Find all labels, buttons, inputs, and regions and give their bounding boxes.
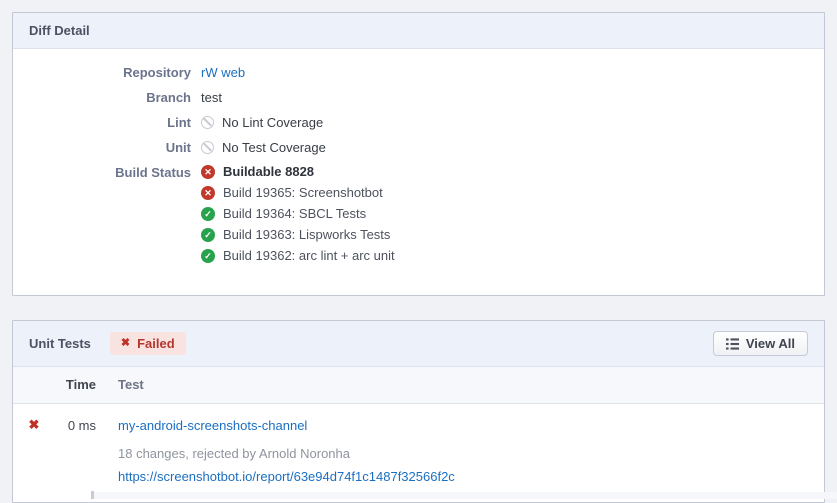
build-list: ✕ Buildable 8828 ✕ Build 19365: Screensh…: [201, 165, 395, 263]
circle-x-icon: ✕: [201, 186, 215, 200]
failed-badge-label: Failed: [137, 336, 175, 351]
time-column-header: Time: [55, 378, 96, 392]
repository-link[interactable]: rW web: [201, 65, 245, 80]
build-link[interactable]: Build 19363: Lispworks Tests: [223, 228, 390, 242]
x-icon: ✖: [121, 338, 130, 349]
test-detail-text: 18 changes, rejected by Arnold Noronha: [118, 447, 824, 461]
branch-label: Branch: [13, 90, 191, 105]
circle-check-icon: ✓: [201, 228, 215, 242]
unit-tests-panel: Unit Tests ✖ Failed View All Time Test ✖…: [12, 320, 825, 503]
x-icon: ✖: [29, 418, 40, 484]
view-all-label: View All: [746, 336, 795, 351]
property-row-lint: Lint No Lint Coverage: [13, 115, 808, 130]
status-column-header: [13, 378, 55, 392]
branch-value: test: [201, 90, 222, 105]
timeline-spine: [91, 491, 94, 499]
table-row: ✖ 0 ms my-android-screenshots-channel 18…: [13, 404, 824, 502]
property-row-repository: Repository rW web: [13, 65, 808, 80]
unit-tests-header: Unit Tests ✖ Failed View All: [13, 321, 824, 367]
unit-tests-table-header: Time Test: [13, 367, 824, 404]
diff-detail-body: Repository rW web Branch test Lint No Li…: [13, 49, 824, 295]
ban-icon: [201, 116, 214, 129]
build-item: ✕ Build 19365: Screenshotbot: [201, 186, 395, 200]
diff-detail-title: Diff Detail: [29, 23, 90, 38]
view-all-button[interactable]: View All: [713, 331, 808, 356]
property-row-unit: Unit No Test Coverage: [13, 140, 808, 155]
test-time: 0 ms: [55, 418, 96, 484]
build-link[interactable]: Build 19364: SBCL Tests: [223, 207, 366, 221]
test-name-link[interactable]: my-android-screenshots-channel: [118, 419, 307, 433]
build-link[interactable]: Build 19362: arc lint + arc unit: [223, 249, 395, 263]
test-column-header: Test: [118, 378, 824, 392]
lint-value: No Lint Coverage: [222, 115, 323, 130]
property-row-build-status: Build Status ✕ Buildable 8828 ✕ Build 19…: [13, 165, 808, 263]
diff-detail-panel: Diff Detail Repository rW web Branch tes…: [12, 12, 825, 296]
property-row-branch: Branch test: [13, 90, 808, 105]
build-item: ✓ Build 19362: arc lint + arc unit: [201, 249, 395, 263]
unit-label: Unit: [13, 140, 191, 155]
diff-detail-header: Diff Detail: [13, 13, 824, 49]
build-status-label: Build Status: [13, 165, 191, 263]
build-item-buildable: ✕ Buildable 8828: [201, 165, 395, 179]
report-url-link[interactable]: https://screenshotbot.io/report/63e94d74…: [118, 470, 824, 484]
buildable-link[interactable]: Buildable 8828: [223, 164, 314, 179]
circle-check-icon: ✓: [201, 249, 215, 263]
repository-label: Repository: [13, 65, 191, 80]
unit-value: No Test Coverage: [222, 140, 326, 155]
lint-label: Lint: [13, 115, 191, 130]
circle-check-icon: ✓: [201, 207, 215, 221]
circle-x-icon: ✕: [201, 165, 215, 179]
failed-badge: ✖ Failed: [110, 332, 186, 355]
build-link[interactable]: Build 19365: Screenshotbot: [223, 186, 383, 200]
build-item: ✓ Build 19364: SBCL Tests: [201, 207, 395, 221]
build-item: ✓ Build 19363: Lispworks Tests: [201, 228, 395, 242]
next-section-strip: [94, 492, 837, 499]
list-icon: [726, 338, 739, 350]
unit-tests-title: Unit Tests: [29, 336, 91, 351]
ban-icon: [201, 141, 214, 154]
